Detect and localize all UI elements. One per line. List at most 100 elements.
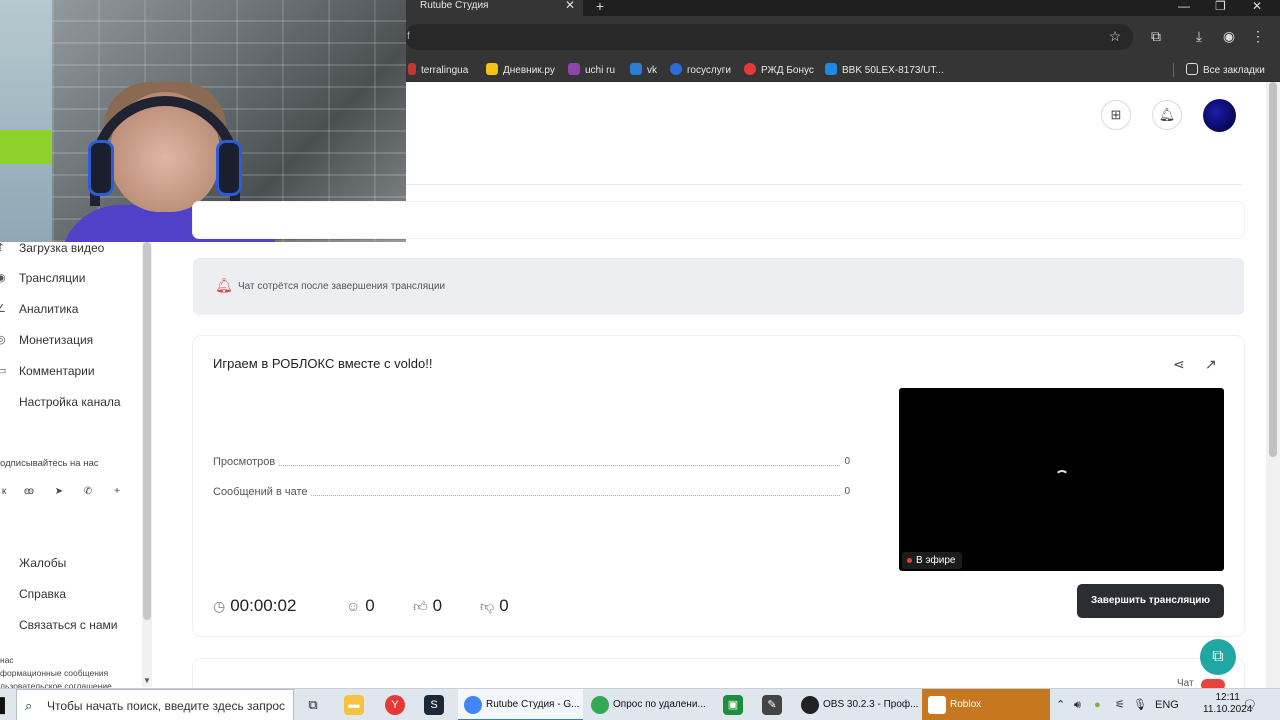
bookmark-dnevnik[interactable]: Дневник.ру [486,63,555,76]
ok-icon[interactable]: ꙭ [21,484,37,500]
download-icon[interactable]: ⤓ [1190,28,1208,45]
plus-icon[interactable]: + [109,484,125,500]
live-badge: В эфире [902,552,962,569]
sidebar-item-help[interactable]: Справка [0,584,140,604]
gosuslugi-icon [670,63,682,75]
vk-icon[interactable]: к [0,484,12,500]
microphone-icon[interactable]: 🎙︎ [1133,689,1147,720]
rzd-icon [744,63,756,75]
top-panel [193,202,1244,238]
cam-green-object [0,130,52,164]
sidebar-scrollbar[interactable] [142,242,152,687]
footer-link-about[interactable]: нас [0,655,14,665]
support-chat-button[interactable]: ⧉ [1200,639,1236,675]
money-icon: ◎ [0,334,6,346]
chrome-icon [464,696,482,714]
tool-app-icon[interactable]: ✎ [762,695,782,715]
stat-chat-value: 0 [840,486,850,497]
notification-center-icon[interactable]: 🗨︎ [1243,689,1257,720]
menu-kebab-icon[interactable]: ⋮ [1249,28,1267,45]
sidebar-scroll-thumb[interactable] [143,242,151,620]
steam-icon[interactable]: S [424,695,444,715]
cam-wall [0,0,52,242]
url-text: f [407,31,410,42]
bookmark-vk[interactable]: vk [630,63,657,76]
language-indicator[interactable]: ENG [1155,689,1179,720]
add-content-button[interactable]: ⊞ [1101,100,1131,130]
sidebar-item-complaints[interactable]: Жалобы [0,553,140,573]
bookmark-terralingua[interactable]: terralingua [408,63,468,76]
video-player[interactable]: В эфире [899,388,1224,571]
bell-alert-icon: 🔔︎ [215,277,233,293]
stat-chat-label: Сообщений в чате [213,486,312,498]
address-bar[interactable]: f [405,24,1133,50]
page-scroll-thumb[interactable] [1269,82,1277,457]
tab-title: Rutube Студия [420,0,489,11]
tab-rutube-studio[interactable]: Rutube Студия ✕ [400,0,583,16]
metric-duration: ◷ 00:00:02 [213,596,297,615]
analytics-icon: ∠ [0,303,6,315]
share-icon[interactable]: ⋖ [1173,356,1185,373]
yandex-icon[interactable]: Y [385,695,405,715]
restore-icon[interactable]: ❐ [1215,0,1226,12]
chrome-icon [591,696,609,714]
window-close-icon[interactable]: ✕ [1252,0,1262,12]
chat-card [193,659,1244,689]
chat-notice-text: Чат сотрётся после завершения трансляции [238,281,446,292]
green-app-icon[interactable]: ▣ [723,695,743,715]
file-explorer-icon[interactable]: ▬ [344,695,364,715]
taskbar-app-obs[interactable]: OBS 30.2.3 - Проф... [795,689,920,720]
dnevnik-icon [486,63,498,75]
taskbar-search[interactable]: ⌕ Чтобы начать поиск, введите здесь запр… [16,689,294,720]
viber-icon[interactable]: ✆ [80,484,96,500]
minimize-icon[interactable]: — [1178,0,1190,12]
bell-icon: 🔔︎ [1158,107,1176,122]
sidebar-item-broadcasts[interactable]: ◉ Трансляции [0,268,140,288]
taskbar-app-roblox[interactable]: Roblox [922,689,1050,720]
scroll-down-icon[interactable]: ▼ [143,676,151,685]
stat-views-label: Просмотров [213,456,280,468]
sidebar-item-contact[interactable]: Связаться с нами [0,615,140,635]
tab-close-icon[interactable]: ✕ [565,0,575,11]
social-title: одписывайтесь на нас [0,458,99,469]
comments-icon: ▭ [0,365,7,377]
task-view-icon[interactable]: ⧉ [303,695,323,715]
sidebar-item-channel-settings[interactable]: Настройка канала [0,392,140,412]
bookmark-bbk[interactable]: BBK 50LEX-8173/UT... [825,63,944,76]
broadcast-icon: ◉ [0,272,6,284]
all-bookmarks-folder[interactable]: Все закладки [1186,63,1265,76]
telegram-icon[interactable]: ➤ [51,484,67,500]
sidebar-item-comments[interactable]: ▭ Комментарии [0,361,140,381]
bookmarks-divider [1173,63,1174,77]
end-broadcast-button[interactable]: Завершить трансляцию [1077,584,1224,618]
sidebar-item-monetization[interactable]: ◎ Монетизация [0,330,140,350]
taskbar-app-rutube[interactable]: Rutube Студия - G... [458,689,583,720]
start-icon[interactable]: ▌ [0,689,16,720]
bookmark-gosuslugi[interactable]: госуслуги [670,63,731,76]
bookmark-rzd[interactable]: РЖД Бонус [744,63,814,76]
avatar[interactable] [1203,99,1236,132]
profile-icon[interactable]: ◉ [1220,28,1238,45]
folder-icon [1186,63,1198,75]
sidebar-item-analytics[interactable]: ∠ Аналитика [0,299,140,319]
taskbar-app-survey[interactable]: Опрос по удалени... [585,689,715,720]
network-icon[interactable]: ⚟ [1115,689,1125,720]
bookmark-uchi[interactable]: uchi ru [568,63,615,76]
notifications-button[interactable]: 🔔︎ [1152,100,1182,130]
headphone-right [216,140,242,196]
new-tab-button[interactable]: + [592,0,608,13]
footer-link-info[interactable]: формационные сообщения [0,668,108,678]
extensions-icon[interactable]: ⧉ [1147,28,1165,45]
bookmark-star-icon[interactable]: ☆ [1106,28,1124,45]
search-icon: ⌕ [25,698,33,713]
viewer-icon: ☺ [346,598,361,614]
speaker-icon[interactable]: 🔊︎ [1074,689,1081,720]
tray-expand-icon[interactable]: ⌃ [1056,689,1065,720]
chat-notice: 🔔︎ Чат сотрётся после завершения трансля… [193,258,1244,315]
terralingua-icon [408,63,416,75]
thumbs-down-icon: 👎︎ [480,598,495,614]
tray-app-icon[interactable]: ● [1094,689,1101,720]
roblox-icon [928,696,946,714]
page-scrollbar[interactable] [1266,82,1280,688]
external-link-icon[interactable]: ↗ [1205,356,1217,373]
